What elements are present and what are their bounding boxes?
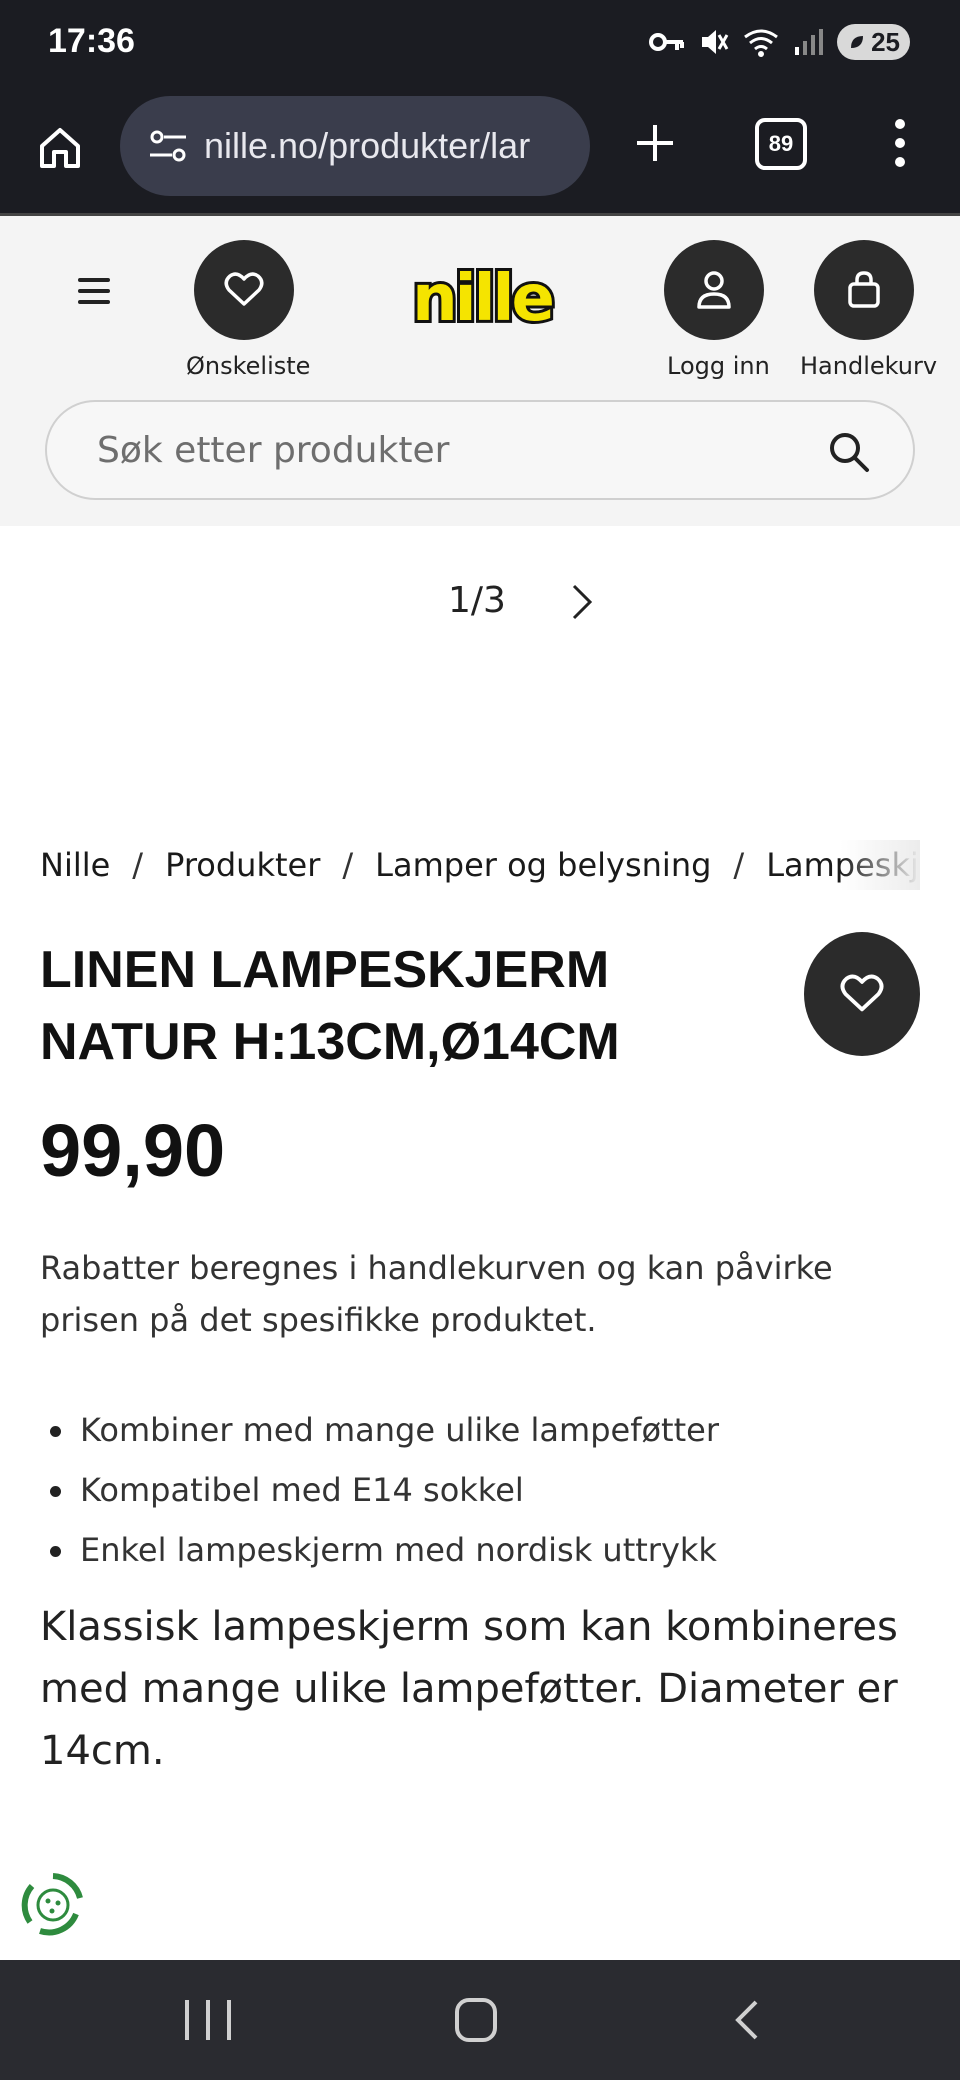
wishlist-label[interactable]: Ønskeliste [186, 352, 310, 380]
battery-level: 25 [871, 26, 900, 57]
breadcrumb: Nille / Produkter / Lamper og belysning … [40, 840, 920, 890]
heart-icon [224, 272, 264, 306]
wifi-icon [744, 29, 778, 57]
search-icon[interactable] [827, 430, 871, 474]
discount-note: Rabatter beregnes i handlekurven og kan … [40, 1249, 833, 1339]
feature-list: Kombiner med mange ulike lampeføtter Kom… [40, 1400, 920, 1580]
breadcrumb-separator: / [733, 846, 745, 884]
menu-line [78, 289, 110, 293]
search-bar[interactable] [45, 400, 915, 500]
product-price: 99,90 [40, 1109, 226, 1192]
tab-switcher-button[interactable]: 89 [755, 118, 807, 170]
login-label[interactable]: Logg inn [667, 352, 770, 380]
battery-indicator: 25 [837, 24, 910, 60]
menu-line [78, 278, 110, 282]
product-description: Klassisk lampeskjerm som kan kombineres … [40, 1604, 898, 1774]
recent-apps-line [206, 2000, 210, 2040]
breadcrumb-item[interactable]: Produkter [165, 846, 320, 884]
site-header: Ønskeliste nille Logg inn Handlekurv [0, 216, 960, 526]
nille-logo[interactable]: nille [402, 259, 562, 342]
cookie-recycle-icon [21, 1873, 83, 1936]
signal-icon [795, 29, 824, 55]
status-icons: 25 [649, 24, 910, 60]
svg-text:nille: nille [412, 262, 552, 336]
browser-home-button[interactable] [30, 118, 90, 178]
product-title: LINEN LAMPESKJERM NATUR H:13CM,Ø14CM [40, 941, 620, 1071]
cart-label[interactable]: Handlekurv [800, 352, 937, 380]
home-icon [40, 128, 80, 168]
search-input[interactable] [97, 429, 817, 471]
recent-apps-line [227, 2000, 231, 2040]
menu-button[interactable] [78, 278, 110, 304]
system-home-button[interactable] [455, 1998, 497, 2042]
breadcrumb-fade [840, 840, 920, 890]
feature-item: Kompatibel med E14 sokkel [40, 1460, 920, 1520]
system-navigation-bar [0, 1960, 960, 2080]
carousel-page-indicator: 1/3 [448, 580, 506, 621]
more-dot-icon [895, 138, 905, 148]
add-to-wishlist-button[interactable] [804, 932, 920, 1056]
battery-saver-icon [851, 36, 864, 48]
browser-toolbar: nille.no/produkter/lar 89 [0, 88, 960, 216]
new-tab-button[interactable] [625, 113, 685, 173]
image-carousel-pager: 1/3 [0, 570, 960, 630]
browser-menu-button[interactable] [875, 113, 925, 173]
shopping-bag-icon [848, 271, 880, 308]
mute-icon [702, 30, 729, 54]
address-bar[interactable]: nille.no/produkter/lar [120, 96, 590, 196]
breadcrumb-separator: / [132, 846, 144, 884]
more-dot-icon [895, 157, 905, 167]
status-bar: 17:36 25 [0, 0, 960, 88]
url-text: nille.no/produkter/lar [204, 125, 531, 166]
heart-icon [840, 974, 884, 1012]
recent-apps-line [185, 2000, 189, 2040]
recent-apps-button[interactable] [185, 2000, 231, 2040]
cart-button[interactable] [814, 240, 914, 340]
key-icon [649, 33, 685, 51]
wishlist-button[interactable] [194, 240, 294, 340]
chevron-right-icon[interactable] [566, 582, 598, 622]
clock: 17:36 [48, 22, 135, 60]
site-settings-icon[interactable] [140, 118, 196, 174]
cookie-settings-button[interactable] [18, 1870, 88, 1940]
user-icon [697, 271, 731, 309]
plus-icon [637, 125, 673, 161]
breadcrumb-item[interactable]: Lamper og belysning [375, 846, 711, 884]
login-button[interactable] [664, 240, 764, 340]
feature-item: Enkel lampeskjerm med nordisk uttrykk [40, 1520, 920, 1580]
breadcrumb-item[interactable]: Nille [40, 846, 110, 884]
feature-item: Kombiner med mange ulike lampeføtter [40, 1400, 920, 1460]
menu-line [78, 300, 110, 304]
back-icon[interactable] [728, 1998, 768, 2042]
breadcrumb-separator: / [342, 846, 354, 884]
more-dot-icon [895, 119, 905, 129]
